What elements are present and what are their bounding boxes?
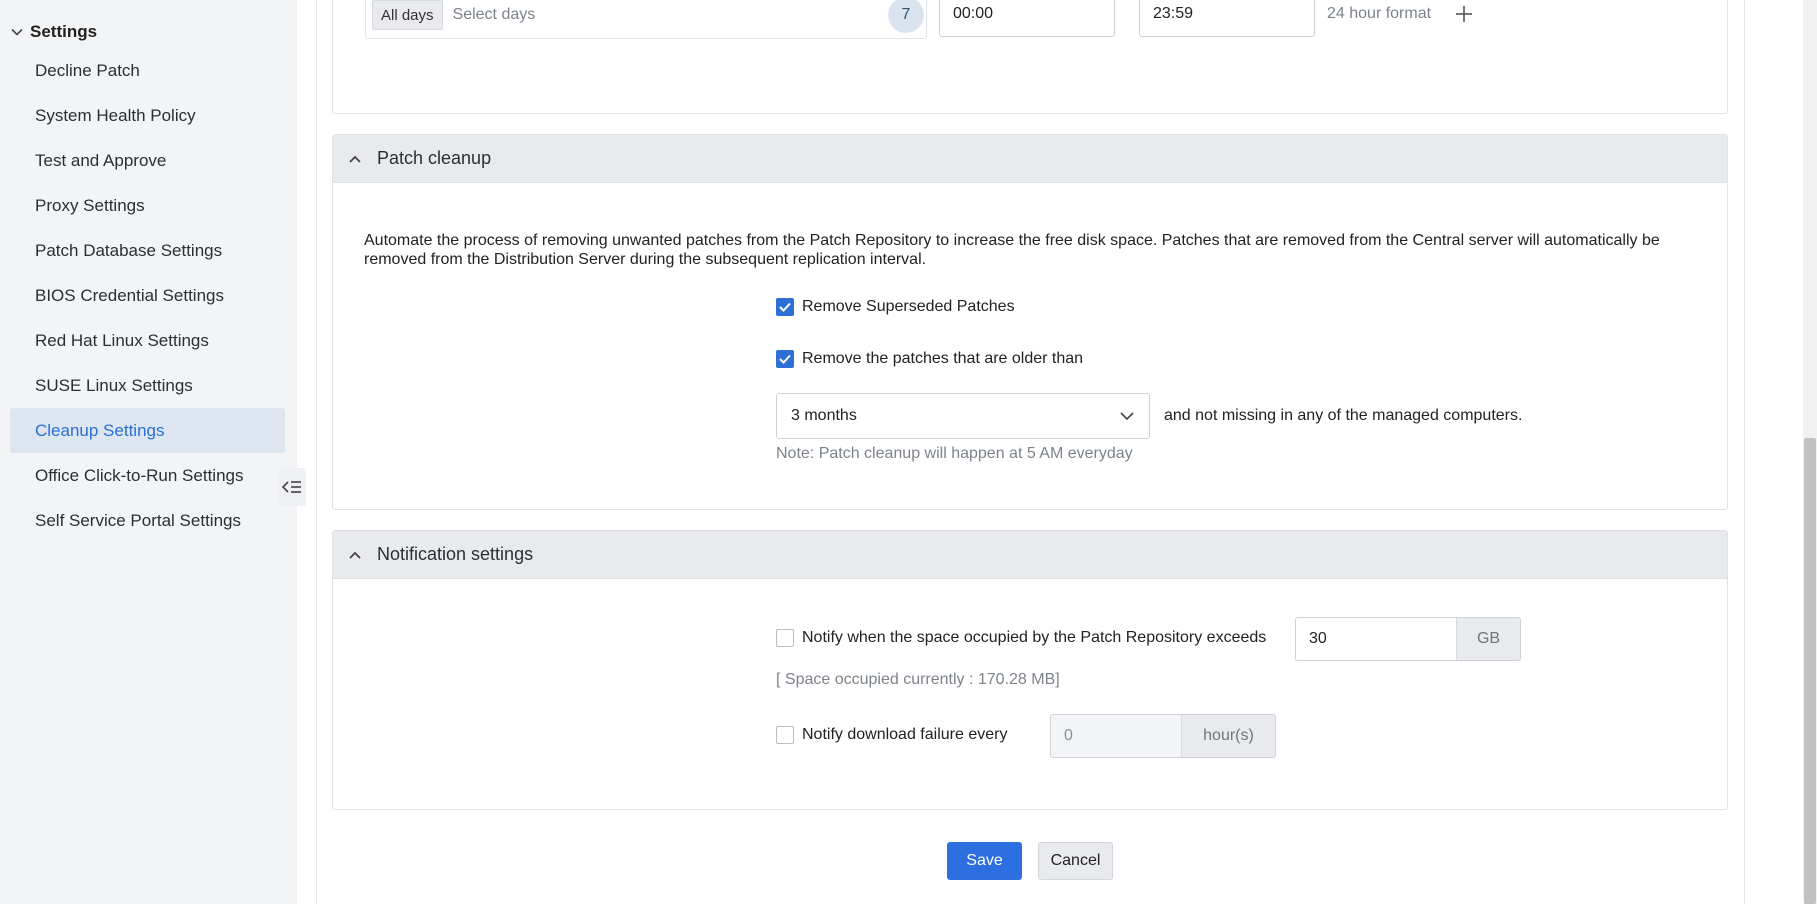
all-days-chip[interactable]: All days: [372, 0, 443, 30]
time-format-hint: 24 hour format: [1327, 5, 1432, 22]
not-missing-text: and not missing in any of the managed co…: [1164, 407, 1523, 424]
check-icon: [779, 302, 791, 312]
days-selector[interactable]: All days Select days 7: [365, 0, 927, 39]
cleanup-note: Note: Patch cleanup will happen at 5 AM …: [776, 445, 1133, 462]
patch-cleanup-panel: Patch cleanup Automate the process of re…: [332, 134, 1728, 510]
sidebar-item-decline-patch[interactable]: Decline Patch: [10, 48, 285, 93]
notification-settings-panel: Notification settings Notify when the sp…: [332, 530, 1728, 810]
sidebar-item-suse-linux-settings[interactable]: SUSE Linux Settings: [10, 363, 285, 408]
collapse-sidebar-button[interactable]: [278, 468, 306, 506]
space-threshold-input[interactable]: 30: [1296, 618, 1456, 660]
notify-failure-checkbox[interactable]: [776, 726, 794, 744]
chevron-down-icon: [1120, 412, 1134, 421]
chevron-up-icon: [349, 155, 361, 163]
chevron-down-icon: [11, 28, 23, 36]
failure-unit-label: hour(s): [1181, 715, 1275, 757]
patch-cleanup-title: Patch cleanup: [377, 148, 492, 168]
days-count-badge: 7: [888, 0, 924, 33]
sidebar: Settings Decline Patch System Health Pol…: [0, 0, 297, 904]
patch-cleanup-header[interactable]: Patch cleanup: [333, 135, 1727, 183]
failure-interval-input[interactable]: 0: [1051, 715, 1181, 757]
notification-settings-header[interactable]: Notification settings: [333, 531, 1727, 579]
sidebar-section-settings[interactable]: Settings: [10, 20, 97, 44]
remove-superseded-checkbox[interactable]: [776, 298, 794, 316]
notify-failure-label: Notify download failure every: [802, 726, 1008, 743]
sidebar-header-label: Settings: [30, 22, 98, 41]
notify-failure-row[interactable]: Notify download failure every: [776, 726, 1007, 744]
remove-older-checkbox[interactable]: [776, 350, 794, 368]
cancel-button[interactable]: Cancel: [1038, 842, 1113, 880]
cleanup-description: Automate the process of removing unwante…: [364, 232, 1660, 268]
failure-interval-group: 0 hour(s): [1050, 714, 1276, 758]
notify-space-checkbox[interactable]: [776, 629, 794, 647]
sidebar-item-bios-credential-settings[interactable]: BIOS Credential Settings: [10, 273, 285, 318]
sidebar-item-system-health-policy[interactable]: System Health Policy: [10, 93, 285, 138]
sidebar-item-office-click-to-run-settings[interactable]: Office Click-to-Run Settings: [10, 453, 285, 498]
content-border-left: [316, 0, 317, 904]
remove-older-label: Remove the patches that are older than: [802, 350, 1084, 367]
content-border-right: [1744, 0, 1745, 904]
sidebar-item-patch-database-settings[interactable]: Patch Database Settings: [10, 228, 285, 273]
chevron-up-icon: [349, 551, 361, 559]
sidebar-item-test-and-approve[interactable]: Test and Approve: [10, 138, 285, 183]
remove-older-row[interactable]: Remove the patches that are older than: [776, 350, 1083, 368]
sidebar-item-self-service-portal-settings[interactable]: Self Service Portal Settings: [10, 498, 285, 543]
save-button[interactable]: Save: [947, 842, 1022, 880]
sidebar-item-proxy-settings[interactable]: Proxy Settings: [10, 183, 285, 228]
schedule-panel: All days Select days 7 00:00 23:59 24 ho…: [332, 0, 1728, 114]
collapse-menu-icon: [281, 481, 301, 493]
notification-settings-title: Notification settings: [377, 544, 534, 564]
notify-space-label: Notify when the space occupied by the Pa…: [802, 629, 1267, 646]
period-select-value: 3 months: [791, 407, 857, 424]
start-time-input[interactable]: 00:00: [939, 0, 1115, 37]
end-time-input[interactable]: 23:59: [1139, 0, 1315, 37]
scrollbar-thumb[interactable]: [1804, 438, 1816, 904]
remove-superseded-row[interactable]: Remove Superseded Patches: [776, 298, 1015, 316]
add-schedule-icon[interactable]: [1453, 3, 1475, 25]
period-select[interactable]: 3 months: [776, 393, 1150, 439]
sidebar-item-red-hat-linux-settings[interactable]: Red Hat Linux Settings: [10, 318, 285, 363]
days-placeholder: Select days: [452, 6, 536, 23]
sidebar-item-cleanup-settings[interactable]: Cleanup Settings: [10, 408, 285, 453]
space-unit-label: GB: [1456, 618, 1520, 660]
notify-space-row[interactable]: Notify when the space occupied by the Pa…: [776, 629, 1266, 647]
check-icon: [779, 354, 791, 364]
space-occupied-info: [ Space occupied currently : 170.28 MB]: [776, 671, 1060, 688]
space-threshold-group: 30 GB: [1295, 617, 1521, 661]
remove-superseded-label: Remove Superseded Patches: [802, 298, 1015, 315]
